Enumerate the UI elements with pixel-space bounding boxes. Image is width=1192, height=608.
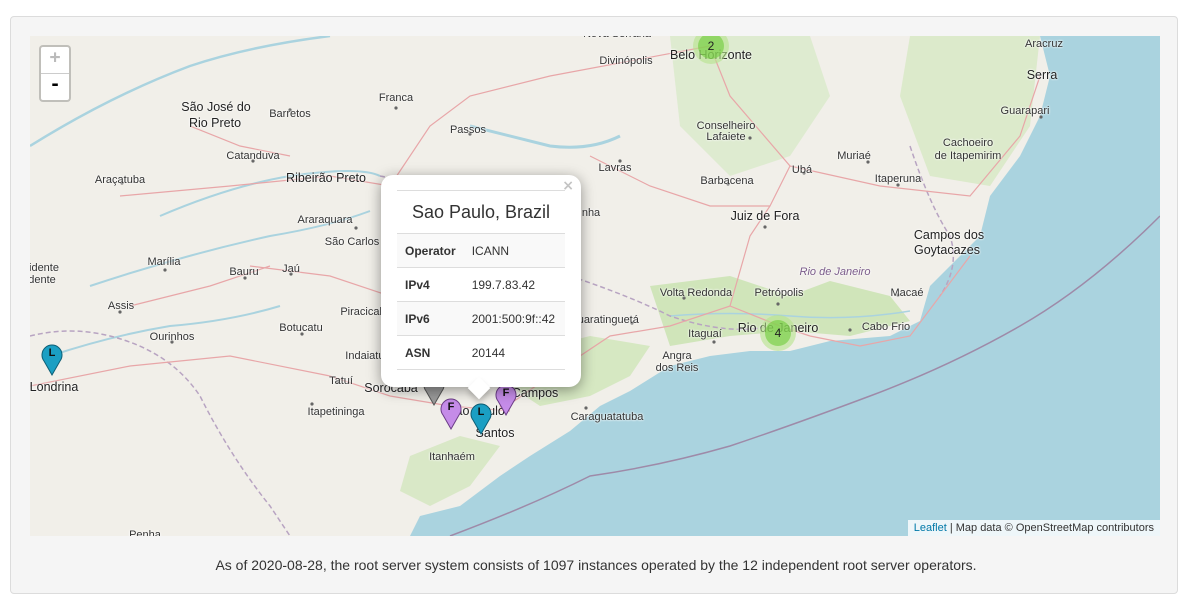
place-label: Catanduva — [226, 150, 280, 162]
place-label: São José do — [181, 100, 251, 114]
place-label: Goytacazes — [913, 243, 981, 257]
map-attribution: Leaflet | Map data © OpenStreetMap contr… — [907, 520, 1160, 536]
place-label: Araçatuba — [94, 174, 146, 186]
place-label: Botucatu — [279, 322, 323, 334]
zoom-in-button[interactable]: + — [41, 47, 69, 74]
popup-value: ICANN — [463, 233, 565, 268]
place-label: Divinópolis — [599, 55, 653, 67]
place-label: Lavras — [598, 162, 632, 174]
place-label: Tatuí — [329, 375, 353, 387]
place-label: Ribeirão Preto — [286, 171, 366, 185]
popup-row: ASN 20144 — [397, 335, 565, 370]
popup-value: 2001:500:9f::42 — [463, 301, 565, 336]
campos-f-root-marker[interactable]: F — [495, 384, 517, 417]
place-label: Lafaiete — [706, 131, 746, 143]
place-label: Itaguaí — [688, 328, 722, 340]
place-label: Franca — [378, 92, 414, 104]
popup-row: IPv4 199.7.83.42 — [397, 267, 565, 302]
marker-letter: L — [477, 406, 485, 418]
place-label: Macaé — [890, 287, 924, 299]
place-label: Rio de Janeiro — [799, 266, 871, 278]
londrina-l-root-marker[interactable]: L — [41, 344, 63, 377]
rio-de-janeiro-cluster[interactable]: 4 — [760, 315, 796, 351]
popup-key: IPv4 — [397, 267, 464, 302]
cluster-count: 2 — [698, 36, 724, 59]
place-label: Itapetininga — [307, 406, 365, 418]
popup-key: Operator — [397, 233, 464, 268]
zoom-control: + - — [39, 45, 71, 102]
place-label: de Itapemirim — [934, 150, 1002, 162]
zoom-out-button[interactable]: - — [41, 74, 69, 100]
place-label: Juiz de Fora — [730, 209, 800, 223]
popup-value: 199.7.83.42 — [463, 267, 565, 302]
place-label: idente — [30, 262, 59, 274]
place-label: Serra — [1026, 68, 1058, 82]
place-label: Marília — [147, 256, 181, 268]
place-label: Cabo Frio — [861, 321, 911, 333]
popup-table: Sao Paulo, Brazil Operator ICANN IPv4 199.… — [397, 190, 565, 370]
place-label: nha — [581, 207, 601, 219]
place-label: dos Reis — [655, 362, 699, 374]
place-label: Muriaé — [837, 150, 871, 162]
place-label: Bauru — [229, 266, 259, 278]
place-label: Rio Preto — [188, 116, 242, 130]
place-label: Itaperuna — [874, 173, 922, 185]
popup-key: IPv6 — [397, 301, 464, 336]
place-label: Assis — [107, 300, 135, 312]
place-label: Araraquara — [297, 214, 353, 226]
place-label: Penha — [129, 529, 161, 536]
marker-letter: F — [502, 387, 510, 399]
place-label: Ubá — [791, 164, 813, 176]
place-label: Londrina — [30, 380, 79, 394]
popup-title: Sao Paulo, Brazil — [397, 190, 565, 234]
popup-row: IPv6 2001:500:9f::42 — [397, 301, 565, 336]
marker-letter: L — [48, 347, 56, 359]
sao-paulo-f-root-marker[interactable]: F — [440, 398, 462, 431]
place-label: dente — [30, 274, 56, 286]
popup-row: Operator ICANN — [397, 233, 565, 268]
place-label: Volta Redonda — [659, 287, 733, 299]
place-label: Guarapari — [1000, 105, 1050, 117]
marker-letter: F — [447, 401, 455, 413]
root-server-map[interactable]: Nova SerranaBelo HorizonteDivinópolisAra… — [30, 36, 1160, 536]
popup-key: ASN — [397, 335, 464, 370]
place-label: Caraguatatuba — [570, 411, 644, 423]
map-caption: As of 2020-08-28, the root server system… — [215, 557, 977, 573]
place-label: Nova Serrana — [583, 36, 651, 40]
place-label: Campos — [511, 386, 559, 400]
cluster-count: 4 — [765, 320, 791, 346]
place-label: Barbacena — [700, 175, 754, 187]
place-label: Campos dos — [913, 228, 985, 242]
place-label: Aracruz — [1025, 38, 1063, 50]
place-label: Cachoeiro — [942, 137, 994, 149]
place-label: Jaú — [282, 263, 300, 275]
place-label: Petrópolis — [754, 287, 804, 299]
popup-value: 20144 — [463, 335, 565, 370]
place-label: Barretos — [269, 108, 311, 120]
place-label: Ourinhos — [149, 331, 195, 343]
sao-paulo-l-root-marker[interactable]: L — [470, 403, 492, 436]
leaflet-link[interactable]: Leaflet — [914, 522, 947, 534]
attribution-text: | Map data © OpenStreetMap contributors — [946, 522, 1154, 534]
place-label: Itanhaém — [429, 451, 475, 463]
place-label: São Carlos — [324, 236, 380, 248]
location-popup: × Sao Paulo, Brazil Operator ICANN IPv4 19… — [381, 175, 581, 400]
place-label: Passos — [449, 124, 487, 136]
place-label: Angra — [662, 350, 692, 362]
